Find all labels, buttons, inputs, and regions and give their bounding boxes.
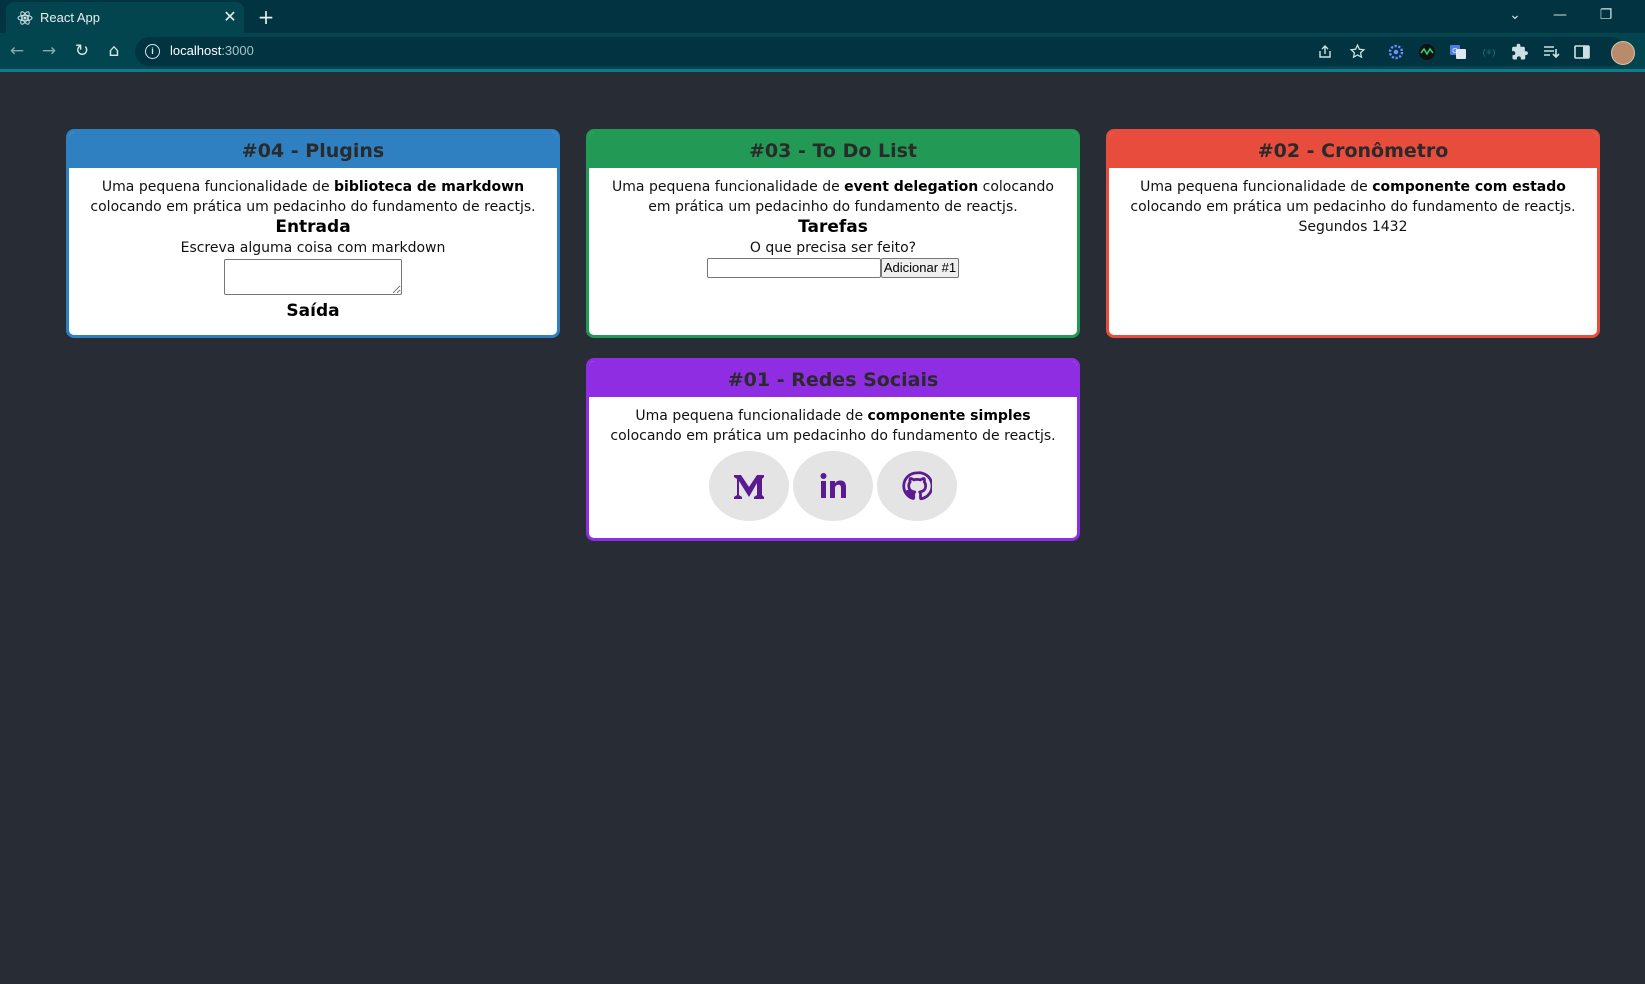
reading-list-icon[interactable]: [1542, 43, 1560, 61]
url-text: localhost:3000: [170, 43, 254, 58]
card-plugins-body: Uma pequena funcionalidade de biblioteca…: [69, 168, 557, 322]
card-plugins-header: #04 - Plugins: [69, 132, 557, 168]
input-heading: Entrada: [275, 217, 351, 237]
card-timer-header: #02 - Cronômetro: [1109, 132, 1597, 168]
card-timer: #02 - Cronômetro Uma pequena funcionalid…: [1106, 129, 1600, 338]
svg-text:(⚛): (⚛): [1483, 48, 1496, 57]
desc-text: Uma pequena funcionalidade de: [1140, 179, 1373, 195]
extension-react-icon[interactable]: (⚛): [1480, 43, 1498, 61]
tab-title: React App: [40, 10, 100, 25]
browser-tab-bar: React App ✕ + ⌄ — ❐: [0, 0, 1645, 33]
linkedin-link[interactable]: [793, 451, 873, 521]
extensions-puzzle-icon[interactable]: [1511, 43, 1529, 61]
card-todo-description: Uma pequena funcionalidade de event dele…: [599, 177, 1067, 217]
card-todo-header: #03 - To Do List: [589, 132, 1077, 168]
url-port: :3000: [221, 43, 254, 58]
linkedin-icon: [820, 473, 846, 498]
card-social-header: #01 - Redes Sociais: [589, 361, 1077, 397]
new-tab-button[interactable]: +: [255, 6, 277, 28]
desc-text: Uma pequena funcionalidade de: [635, 408, 868, 424]
card-todo-title: #03 - To Do List: [748, 140, 918, 162]
back-button[interactable]: ←: [5, 39, 29, 63]
reload-button[interactable]: ↻: [70, 39, 94, 63]
social-links: [599, 451, 1067, 521]
desc-text: Uma pequena funcionalidade de: [612, 179, 845, 195]
add-task-button[interactable]: Adicionar #1: [880, 258, 960, 278]
browser-tab[interactable]: React App ✕: [6, 2, 244, 33]
home-button[interactable]: ⌂: [102, 39, 126, 63]
address-bar[interactable]: i localhost:3000 G (⚛): [135, 37, 1626, 66]
task-form: Adicionar #1: [599, 258, 1067, 278]
desc-bold: biblioteca de markdown: [334, 179, 525, 195]
medium-link[interactable]: [709, 451, 789, 521]
react-icon: [17, 11, 33, 25]
url-host: localhost: [170, 43, 222, 58]
desc-text: colocando em prática um pedacinho do fun…: [610, 428, 1056, 444]
share-icon[interactable]: [1317, 44, 1333, 60]
card-todo: #03 - To Do List Uma pequena funcionalid…: [586, 129, 1080, 338]
card-plugins: #04 - Plugins Uma pequena funcionalidade…: [66, 129, 560, 338]
medium-icon: [734, 475, 764, 499]
task-input[interactable]: [706, 258, 881, 278]
profile-avatar[interactable]: [1611, 41, 1635, 65]
extension-monitor-icon[interactable]: [1418, 43, 1436, 61]
card-social: #01 - Redes Sociais Uma pequena funciona…: [586, 358, 1080, 541]
extension-gear-icon[interactable]: [1387, 43, 1405, 61]
card-social-description: Uma pequena funcionalidade de componente…: [599, 406, 1067, 446]
minimize-button[interactable]: —: [1545, 4, 1575, 26]
tab-close-icon[interactable]: ✕: [221, 8, 239, 26]
card-timer-description: Uma pequena funcionalidade de componente…: [1119, 177, 1587, 217]
desc-text: colocando em prática um pedacinho do fun…: [1130, 199, 1576, 215]
github-link[interactable]: [877, 451, 957, 521]
bookmark-star-icon[interactable]: [1349, 43, 1366, 60]
card-todo-body: Uma pequena funcionalidade de event dele…: [589, 168, 1077, 278]
restore-button[interactable]: ❐: [1591, 4, 1621, 26]
svg-text:G: G: [1452, 48, 1457, 55]
tasks-heading: Tarefas: [798, 217, 868, 237]
browser-toolbar: ← → ↻ ⌂ i localhost:3000 G (⚛): [0, 33, 1645, 72]
desc-bold: event delegation: [844, 179, 979, 195]
output-heading: Saída: [286, 301, 340, 321]
site-info-icon[interactable]: i: [145, 44, 160, 59]
markdown-input-label: Escreva alguma coisa com markdown: [180, 240, 446, 256]
desc-text: colocando em prática um pedacinho do fun…: [90, 199, 536, 215]
card-social-body: Uma pequena funcionalidade de componente…: [589, 397, 1077, 521]
card-timer-title: #02 - Cronômetro: [1257, 140, 1449, 162]
card-plugins-title: #04 - Plugins: [241, 140, 385, 162]
forward-button[interactable]: →: [37, 39, 61, 63]
task-input-label: O que precisa ser feito?: [749, 240, 917, 256]
github-icon: [902, 471, 932, 501]
seconds-counter: Segundos 1432: [1298, 219, 1408, 235]
tab-search-icon[interactable]: ⌄: [1500, 4, 1530, 26]
card-plugins-description: Uma pequena funcionalidade de biblioteca…: [79, 177, 547, 217]
card-timer-body: Uma pequena funcionalidade de componente…: [1109, 168, 1597, 237]
desc-text: Uma pequena funcionalidade de: [101, 179, 335, 195]
side-panel-icon[interactable]: [1573, 43, 1591, 61]
translate-icon[interactable]: G: [1449, 43, 1467, 61]
markdown-input[interactable]: [224, 259, 402, 295]
desc-bold: componente simples: [867, 408, 1031, 424]
card-social-title: #01 - Redes Sociais: [727, 369, 939, 391]
desc-bold: componente com estado: [1372, 179, 1566, 195]
